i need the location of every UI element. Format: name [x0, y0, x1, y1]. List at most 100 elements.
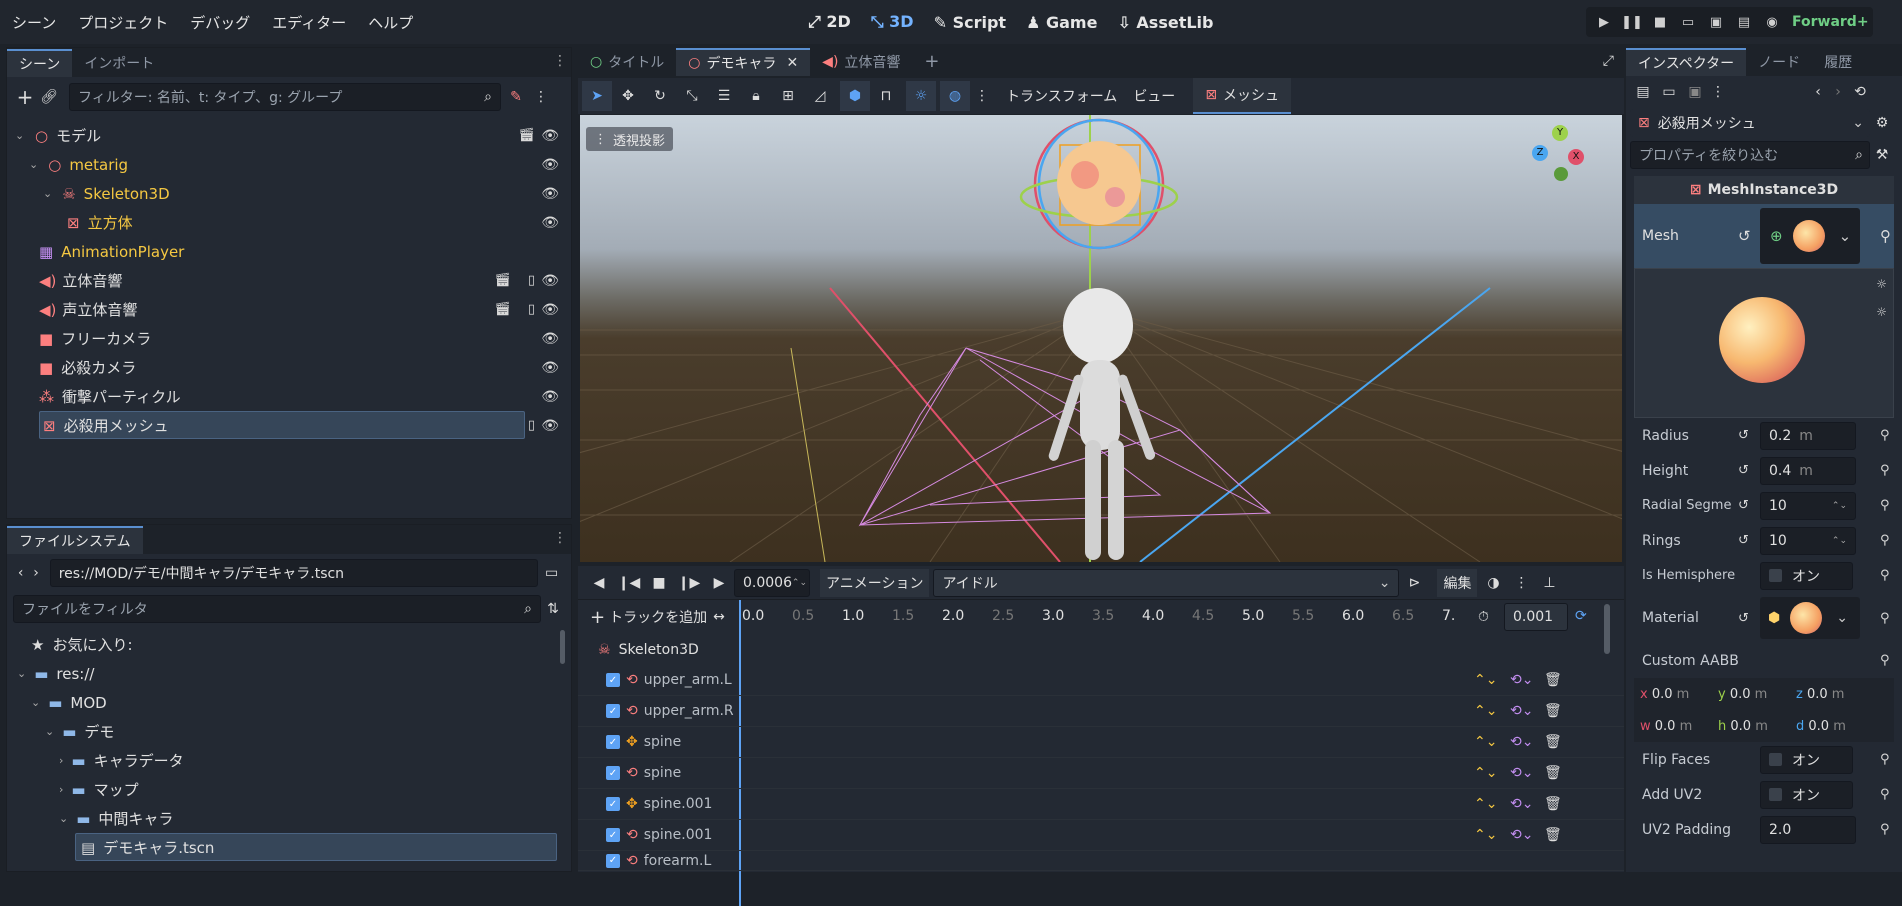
stop-icon[interactable]: ■: [644, 576, 674, 590]
dock-menu-icon[interactable]: ⋮: [553, 54, 567, 68]
gizmo-y-label[interactable]: Y: [1552, 125, 1568, 141]
sort-icon[interactable]: ⇅: [541, 602, 565, 616]
projection-button[interactable]: ⋮ 透視投影: [586, 127, 674, 151]
tab-demo-character[interactable]: ○ デモキャラ ✕: [676, 47, 811, 76]
menu-debug[interactable]: デバッグ: [190, 12, 250, 33]
3d-viewport[interactable]: ⋮ 透視投影 Y X Z: [580, 115, 1622, 562]
split-view-icon[interactable]: ▭: [538, 566, 565, 580]
tab-import[interactable]: インポート: [72, 49, 166, 77]
pin-icon[interactable]: ⚲: [1880, 787, 1890, 802]
height-property[interactable]: Height ↺ 0.4 m ⚲: [1634, 453, 1894, 488]
expand-icon[interactable]: ›: [59, 754, 63, 767]
tree-node-metarig[interactable]: ⌄ ○ metarig 👁︎: [7, 150, 571, 179]
radial-segments-property[interactable]: Radial Segme ↺ 10 ⌃⌄ ⚲: [1634, 488, 1894, 523]
view-menu[interactable]: ビュー: [1133, 86, 1175, 106]
tab-node[interactable]: ノード: [1746, 48, 1812, 76]
onion-skin-icon[interactable]: ◑: [1477, 576, 1509, 590]
local-space-icon[interactable]: ⬢: [840, 81, 870, 111]
move-tool-icon[interactable]: ✥: [612, 89, 644, 103]
snap-icon[interactable]: ⊓: [870, 89, 902, 103]
workspace-game[interactable]: ♟ Game: [1026, 13, 1097, 32]
visibility-icon[interactable]: 👁︎: [541, 128, 559, 144]
menu-editor[interactable]: エディター: [272, 12, 346, 33]
menu-scene[interactable]: シーン: [12, 12, 56, 33]
interpolation-icon[interactable]: ⌃⌄: [1474, 796, 1497, 812]
play-custom-icon[interactable]: ▤: [1730, 8, 1758, 36]
is-hemisphere-toggle[interactable]: オン: [1760, 561, 1853, 590]
interpolation-icon[interactable]: ⌃⌄: [1474, 703, 1497, 719]
script-icon[interactable]: ▯: [528, 273, 535, 288]
workspace-3d[interactable]: ⤡ 3D: [871, 12, 914, 32]
tab-history[interactable]: 履歴: [1812, 48, 1864, 76]
history-icon[interactable]: ⟲: [1848, 85, 1872, 99]
save-icon[interactable]: ▣: [1682, 85, 1708, 99]
remote-debug-icon[interactable]: ▭: [1674, 8, 1702, 36]
interpolation-icon[interactable]: ⌃⌄: [1474, 765, 1497, 781]
track-enabled-checkbox[interactable]: ✓: [606, 704, 620, 718]
pin-icon[interactable]: ⚲: [1880, 653, 1890, 668]
sun-preview-icon[interactable]: ☼: [906, 81, 936, 111]
more-icon[interactable]: ⋮: [970, 89, 994, 103]
clapper-icon[interactable]: 🎬︎: [494, 302, 511, 317]
track-row[interactable]: ✓ ⟲ spine ⌃⌄ ⟲⌄ 🗑︎: [578, 758, 1624, 789]
pin-icon[interactable]: ⊥: [1533, 576, 1565, 590]
script-filter-icon[interactable]: ✎: [501, 90, 531, 104]
custom-aabb-property[interactable]: Custom AABB ⚲: [1634, 643, 1894, 678]
light-2-icon[interactable]: ☼: [1876, 305, 1887, 319]
history-forward-icon[interactable]: ›: [1828, 85, 1848, 99]
tab-filesystem[interactable]: ファイルシステム: [7, 525, 143, 554]
interpolation-icon[interactable]: ⌃⌄: [1474, 672, 1497, 688]
collapse-icon[interactable]: ⌄: [29, 158, 38, 171]
more-icon[interactable]: ⋮: [531, 90, 551, 104]
rings-property[interactable]: Rings ↺ 10 ⌃⌄ ⚲: [1634, 523, 1894, 558]
track-enabled-checkbox[interactable]: ✓: [606, 828, 620, 842]
group-icon[interactable]: ⊞: [772, 89, 804, 103]
add-uv2-toggle[interactable]: オン: [1760, 780, 1853, 809]
revert-icon[interactable]: ↺: [1738, 428, 1749, 443]
pin-icon[interactable]: ⚲: [1880, 498, 1890, 513]
collapse-icon[interactable]: ⌄: [17, 667, 26, 680]
menu-help[interactable]: ヘルプ: [368, 12, 413, 33]
visibility-icon[interactable]: 👁︎: [541, 418, 559, 434]
play-icon[interactable]: ▶: [704, 576, 734, 590]
favorites-row[interactable]: ★ お気に入り:: [7, 630, 571, 659]
loop-mode-icon[interactable]: ⟲⌄: [1510, 672, 1533, 688]
tab-audio3d[interactable]: ◀) 立体音響: [810, 48, 912, 76]
forward-icon[interactable]: ›: [28, 566, 43, 580]
play-icon[interactable]: ▶: [1590, 8, 1618, 36]
delete-track-icon[interactable]: 🗑︎: [1544, 796, 1562, 812]
rings-input[interactable]: 10 ⌃⌄: [1760, 526, 1856, 555]
pin-icon[interactable]: ⚲: [1880, 568, 1890, 583]
loop-mode-icon[interactable]: ⟲⌄: [1510, 765, 1533, 781]
add-uv2-property[interactable]: Add UV2 オン ⚲: [1634, 777, 1894, 812]
select-tool-icon[interactable]: ➤: [582, 81, 612, 111]
aabb-h-field[interactable]: h 0.0 m: [1712, 719, 1790, 734]
workspace-script[interactable]: ✎ Script: [934, 13, 1006, 32]
gizmo-neg-y-dot[interactable]: [1554, 167, 1568, 181]
pin-icon[interactable]: ⚲: [1880, 822, 1890, 837]
visibility-icon[interactable]: 👁︎: [541, 157, 559, 173]
snap-step-input[interactable]: 0.001: [1504, 603, 1568, 631]
mesh-property[interactable]: Mesh ↺ ⊕ ⌄ ⚲: [1634, 204, 1894, 268]
loop-mode-icon[interactable]: ⟲⌄: [1510, 827, 1533, 843]
time-input[interactable]: 0.0006 ⌃⌄: [734, 568, 810, 597]
track-row[interactable]: ✓ ⟲ spine.001 ⌃⌄ ⟲⌄ 🗑︎: [578, 820, 1624, 851]
track-row[interactable]: ✓ ⟲ upper_arm.R ⌃⌄ ⟲⌄ 🗑︎: [578, 696, 1624, 727]
renderer-label[interactable]: Forward+: [1792, 14, 1869, 30]
interpolation-icon[interactable]: ⌃⌄: [1474, 734, 1497, 750]
folder-row[interactable]: ⌄ ▬ res://: [7, 659, 571, 688]
tab-scene[interactable]: シーン: [7, 48, 73, 77]
track-enabled-checkbox[interactable]: ✓: [606, 797, 620, 811]
tree-node-animationplayer[interactable]: ▦ AnimationPlayer: [7, 237, 571, 266]
revert-icon[interactable]: ↺: [1738, 463, 1749, 478]
flip-faces-toggle[interactable]: オン: [1760, 745, 1853, 774]
pin-icon[interactable]: ⚲: [1880, 227, 1891, 245]
collapse-icon[interactable]: ⌄: [45, 725, 54, 738]
object-selector[interactable]: ⊠ 必殺用メッシュ ⌄: [1630, 109, 1870, 137]
pin-icon[interactable]: ⚲: [1880, 533, 1890, 548]
revert-icon[interactable]: ↺: [1738, 611, 1749, 626]
property-tools-icon[interactable]: ⚒: [1870, 148, 1894, 162]
tree-node-particles[interactable]: ⁂ 衝撃パーティクル 👁︎: [7, 382, 571, 411]
workspace-2d[interactable]: ⤢ 2D: [808, 12, 851, 32]
gizmo-z-label[interactable]: Z: [1532, 145, 1548, 161]
